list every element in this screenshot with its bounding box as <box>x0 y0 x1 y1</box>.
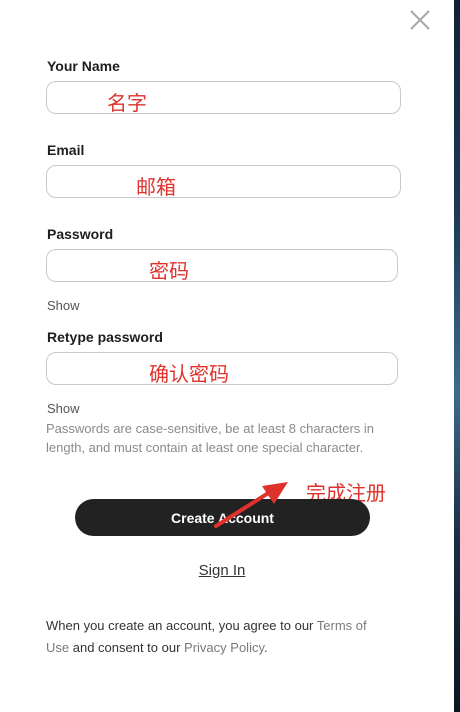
password-field[interactable] <box>46 249 398 282</box>
footer-text-middle: and consent to our <box>69 640 185 655</box>
close-icon <box>410 10 430 30</box>
password-label: Password <box>47 226 114 242</box>
name-annotation: 名字 <box>107 91 147 115</box>
privacy-policy-link[interactable]: Privacy Policy <box>184 640 264 655</box>
close-button[interactable] <box>406 6 434 34</box>
retype-password-annotation: 确认密码 <box>149 362 229 386</box>
background-edge <box>454 0 460 712</box>
footer-text-after: . <box>264 640 268 655</box>
name-field[interactable] <box>46 81 401 114</box>
email-annotation: 邮箱 <box>136 175 176 199</box>
retype-show-toggle[interactable]: Show <box>47 401 80 416</box>
email-field[interactable] <box>46 165 401 198</box>
terms-notice: When you create an account, you agree to… <box>46 615 391 659</box>
footer-text-before: When you create an account, you agree to… <box>46 618 317 633</box>
create-account-button[interactable]: Create Account <box>75 499 370 536</box>
retype-password-label: Retype password <box>47 329 163 345</box>
password-show-toggle[interactable]: Show <box>47 298 80 313</box>
email-label: Email <box>47 142 85 158</box>
password-hint: Passwords are case-sensitive, be at leas… <box>46 421 375 455</box>
name-label: Your Name <box>47 58 120 74</box>
password-annotation: 密码 <box>149 259 189 283</box>
sign-in-link[interactable]: Sign In <box>0 562 444 579</box>
